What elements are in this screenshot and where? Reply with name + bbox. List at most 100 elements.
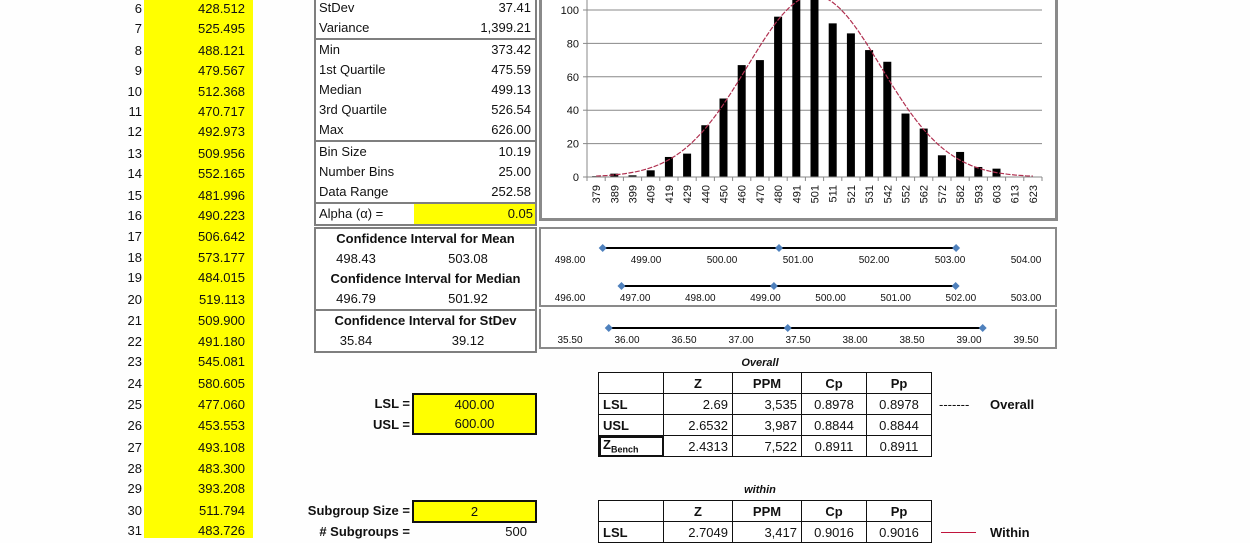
row-number[interactable]: 24 xyxy=(100,376,142,391)
row-number[interactable]: 31 xyxy=(100,523,142,538)
x-tick-label: 572 xyxy=(937,185,949,203)
row-number[interactable]: 19 xyxy=(100,270,142,285)
data-cell[interactable]: 509.956 xyxy=(144,146,245,161)
data-cell[interactable]: 470.717 xyxy=(144,104,245,119)
row-number[interactable]: 23 xyxy=(100,354,142,369)
ci-stdev-chart[interactable]: 35.50 36.00 36.50 37.00 37.50 38.00 38.50 39.00… xyxy=(539,309,1057,349)
stat-label: Bin Size xyxy=(319,144,367,159)
ci-tick-label: 36.50 xyxy=(671,335,696,346)
data-cell[interactable]: 479.567 xyxy=(144,63,245,78)
data-cell[interactable]: 511.794 xyxy=(144,503,245,518)
row-label-cell[interactable]: USL xyxy=(598,414,664,436)
ppm-cell[interactable]: 3,987 xyxy=(732,414,802,436)
column-header: Z xyxy=(663,372,733,394)
data-cell[interactable]: 492.973 xyxy=(144,124,245,139)
data-cell[interactable]: 483.300 xyxy=(144,461,245,476)
z-cell[interactable]: 2.4313 xyxy=(663,435,733,457)
row-number[interactable]: 9 xyxy=(100,63,142,78)
ppm-cell[interactable]: 3,535 xyxy=(732,393,802,415)
header-row: Z PPM Cp Pp xyxy=(598,372,932,394)
cp-cell[interactable]: 0.8911 xyxy=(801,435,867,457)
data-cell[interactable]: 512.368 xyxy=(144,84,245,99)
histogram-bar xyxy=(865,50,874,177)
ppm-cell[interactable]: 3,417 xyxy=(732,521,802,543)
data-cell[interactable]: 491.180 xyxy=(144,334,245,349)
stat-value: 526.54 xyxy=(491,102,531,117)
data-cell[interactable]: 484.015 xyxy=(144,270,245,285)
row-number[interactable]: 20 xyxy=(100,292,142,307)
row-label-cell[interactable]: LSL xyxy=(598,521,664,543)
row-number[interactable]: 18 xyxy=(100,250,142,265)
ci-high: 39.12 xyxy=(451,333,485,348)
z-cell[interactable]: 2.69 xyxy=(663,393,733,415)
usl-input[interactable]: 600.00 xyxy=(412,414,537,435)
data-cell[interactable]: 488.121 xyxy=(144,43,245,58)
cp-cell[interactable]: 0.9016 xyxy=(801,521,867,543)
row-number[interactable]: 8 xyxy=(100,43,142,58)
row-number[interactable]: 16 xyxy=(100,208,142,223)
row-label-cell[interactable]: ZBench xyxy=(598,435,664,457)
ci-mean-chart[interactable]: 498.00 499.00 500.00 501.00 502.00 503.00 504.… xyxy=(539,227,1057,269)
row-number[interactable]: 14 xyxy=(100,166,142,181)
row-number[interactable]: 29 xyxy=(100,481,142,496)
pp-cell[interactable]: 0.8911 xyxy=(866,435,932,457)
data-cell[interactable]: 545.081 xyxy=(144,354,245,369)
ci-tick-label: 497.00 xyxy=(620,293,651,304)
data-cell[interactable]: 509.900 xyxy=(144,313,245,328)
data-cell[interactable]: 481.996 xyxy=(144,188,245,203)
row-number[interactable]: 26 xyxy=(100,418,142,433)
data-cell[interactable]: 525.495 xyxy=(144,21,245,36)
data-cell[interactable]: 573.177 xyxy=(144,250,245,265)
lsl-input[interactable]: 400.00 xyxy=(412,393,537,416)
data-cell[interactable]: 519.113 xyxy=(144,292,245,307)
cp-cell[interactable]: 0.8844 xyxy=(801,414,867,436)
row-number[interactable]: 15 xyxy=(100,188,142,203)
row-number[interactable]: 11 xyxy=(100,104,143,119)
ci-tick-label: 501.00 xyxy=(783,255,814,266)
row-label-cell[interactable]: LSL xyxy=(598,393,664,415)
x-tick-label: 552 xyxy=(901,185,913,203)
row-number[interactable]: 25 xyxy=(100,397,142,412)
ci-median-chart[interactable]: 496.00 497.00 498.00 499.00 500.00 501.00 502.… xyxy=(539,267,1057,307)
data-cell[interactable]: 453.553 xyxy=(144,418,245,433)
row-number[interactable]: 28 xyxy=(100,461,142,476)
cp-cell[interactable]: 0.8978 xyxy=(801,393,867,415)
data-cell[interactable]: 506.642 xyxy=(144,229,245,244)
row-number[interactable]: 22 xyxy=(100,334,142,349)
row-number[interactable]: 12 xyxy=(100,124,142,139)
data-cell[interactable]: 552.165 xyxy=(144,166,245,181)
data-cell[interactable]: 483.726 xyxy=(144,523,245,538)
pp-cell[interactable]: 0.8978 xyxy=(866,393,932,415)
subgroup-size-input[interactable]: 2 xyxy=(412,500,537,523)
x-tick-label: 389 xyxy=(609,185,621,203)
row-number[interactable]: 13 xyxy=(100,146,142,161)
ci-tick-label: 39.50 xyxy=(1013,335,1038,346)
stat-value: 25.00 xyxy=(498,164,531,179)
row-number[interactable]: 6 xyxy=(100,1,142,16)
alpha-input[interactable]: 0.05 xyxy=(414,204,535,224)
z-cell[interactable]: 2.6532 xyxy=(663,414,733,436)
ci-tick-label: 503.00 xyxy=(1011,293,1042,304)
data-cell[interactable]: 493.108 xyxy=(144,440,245,455)
z-cell[interactable]: 2.7049 xyxy=(663,521,733,543)
table-row: LSL 2.69 3,535 0.8978 0.8978 xyxy=(598,393,932,415)
ci-marker xyxy=(598,244,607,252)
row-number[interactable]: 21 xyxy=(100,313,142,328)
row-number[interactable]: 10 xyxy=(100,84,142,99)
row-number[interactable]: 30 xyxy=(100,503,142,518)
ci-title: Confidence Interval for Median xyxy=(330,271,521,286)
row-number[interactable]: 7 xyxy=(100,21,142,36)
ppm-cell[interactable]: 7,522 xyxy=(732,435,802,457)
histogram-chart-frame[interactable]: 0 20 40 60 80 100 379 389 399 409 419 429 440 450 460 4… xyxy=(539,0,1058,221)
data-cell[interactable]: 477.060 xyxy=(144,397,245,412)
ci-low: 498.43 xyxy=(336,251,376,266)
data-cell[interactable]: 580.605 xyxy=(144,376,245,391)
x-tick-label: 542 xyxy=(882,185,894,203)
pp-cell[interactable]: 0.8844 xyxy=(866,414,932,436)
data-cell[interactable]: 428.512 xyxy=(144,1,245,16)
data-cell[interactable]: 490.223 xyxy=(144,208,245,223)
pp-cell[interactable]: 0.9016 xyxy=(866,521,932,543)
data-cell[interactable]: 393.208 xyxy=(144,481,245,496)
row-number[interactable]: 27 xyxy=(100,440,142,455)
row-number[interactable]: 17 xyxy=(100,229,142,244)
